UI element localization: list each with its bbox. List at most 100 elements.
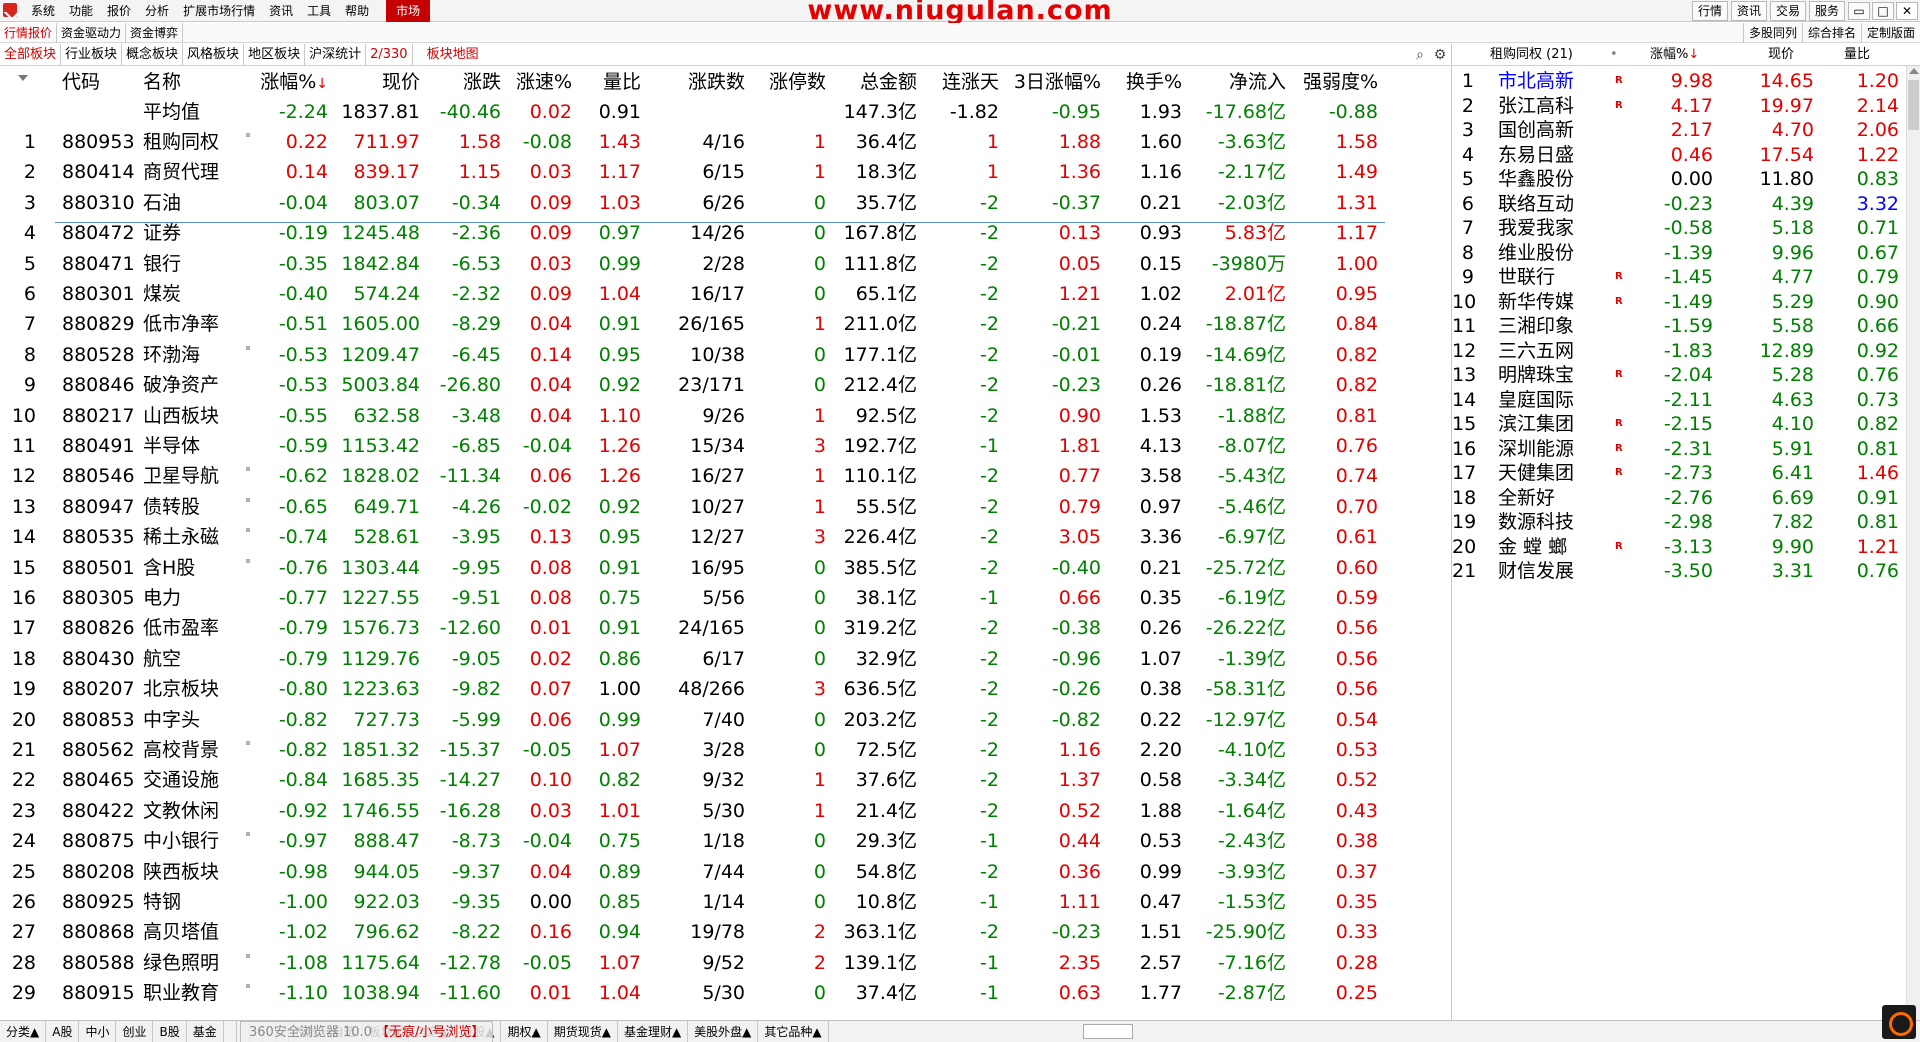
- table-row[interactable]: 15 880501 含H股 -0.76 1303.44 -9.95 0.08 0.91 16/9…: [0, 553, 1385, 583]
- header-3day-change[interactable]: 3日涨幅%: [999, 67, 1101, 97]
- header-change-pct[interactable]: 涨幅%↓: [258, 67, 328, 99]
- table-row[interactable]: 1 880953 租购同权 0.22 711.97 1.58 -0.08 1.43 4/16 1 3…: [0, 127, 1385, 157]
- menu-0[interactable]: 系统: [24, 0, 62, 22]
- 3day-change: -0.37: [1051, 191, 1101, 214]
- market-tab-1[interactable]: A股: [46, 1021, 80, 1042]
- side-header-price[interactable]: 现价: [1768, 44, 1794, 66]
- table-row[interactable]: 6 880301 煤炭 -0.40 574.24 -2.32 0.09 1.04 16/17 0 6…: [0, 279, 1385, 309]
- app-logo-icon[interactable]: [3, 3, 17, 17]
- maximize-icon[interactable]: □: [1872, 2, 1894, 20]
- header-code[interactable]: 代码: [62, 67, 100, 97]
- category-tab-5[interactable]: 沪深统计: [305, 44, 367, 66]
- category-tab-3[interactable]: 风格板块: [183, 44, 245, 66]
- top-button-3[interactable]: 服务: [1808, 1, 1845, 21]
- header-limit-up[interactable]: 涨停数: [745, 67, 826, 97]
- table-row[interactable]: 17 880826 低市盈率 -0.79 1576.73 -12.60 0.01 0.91 24…: [0, 613, 1385, 643]
- market-tab-3[interactable]: 创业: [116, 1021, 154, 1042]
- table-row[interactable]: 26 880925 特钢 -1.00 922.03 -9.35 0.00 0.85 1/14 0 1…: [0, 887, 1385, 917]
- layout-button-0[interactable]: 多股同列: [1742, 23, 1802, 43]
- table-row[interactable]: 13 880947 债转股 -0.65 649.71 -4.26 -0.02 0.92 10/2…: [0, 492, 1385, 522]
- top-button-0[interactable]: 行情: [1691, 1, 1728, 21]
- category-tab-0[interactable]: 全部板块: [0, 44, 62, 66]
- header-price[interactable]: 现价: [330, 67, 420, 97]
- constituent-row[interactable]: 21 财信发展 -3.50 3.31 0.76: [1452, 556, 1899, 586]
- layout-button-1[interactable]: 综合排名: [1801, 23, 1861, 43]
- menu-6[interactable]: 工具: [300, 0, 338, 22]
- top-button-2[interactable]: 交易: [1769, 1, 1806, 21]
- header-strength[interactable]: 强弱度%: [1286, 67, 1378, 97]
- header-name[interactable]: 名称: [143, 67, 181, 97]
- market-tab-18[interactable]: 基金理财▲: [618, 1021, 689, 1042]
- minimize-icon[interactable]: ▭: [1848, 2, 1870, 20]
- table-row[interactable]: 18 880430 航空 -0.79 1129.76 -9.05 0.02 0.86 6/17 0…: [0, 644, 1385, 674]
- market-tab-19[interactable]: 美股外盘▲: [688, 1021, 759, 1042]
- column-menu-icon[interactable]: [18, 75, 28, 81]
- app-status-icon[interactable]: [1882, 1005, 1916, 1039]
- top-button-1[interactable]: 资讯: [1730, 1, 1767, 21]
- side-header-volume-ratio[interactable]: 量比: [1844, 44, 1870, 66]
- view-tab-2[interactable]: 资金博弈: [126, 23, 184, 43]
- table-row[interactable]: 29 880915 职业教育 -1.10 1038.94 -11.60 0.01 1.04 5/…: [0, 978, 1385, 1008]
- table-row[interactable]: 14 880535 稀土永磁 -0.74 528.61 -3.95 0.13 0.95 12/2…: [0, 522, 1385, 552]
- menu-4[interactable]: 扩展市场行情: [176, 0, 262, 22]
- scroll-thumb[interactable]: [1908, 80, 1919, 130]
- table-row[interactable]: 16 880305 电力 -0.77 1227.55 -9.51 0.08 0.75 5/56 0…: [0, 583, 1385, 613]
- view-tab-0[interactable]: 行情报价: [0, 23, 58, 43]
- menu-5[interactable]: 资讯: [262, 0, 300, 22]
- market-tab-20[interactable]: 其它品种▲: [758, 1021, 829, 1042]
- market-tab-17[interactable]: 期货现货▲: [548, 1021, 618, 1042]
- table-row[interactable]: 7 880829 低市净率 -0.51 1605.00 -8.29 0.04 0.91 26/1…: [0, 309, 1385, 339]
- menu-7[interactable]: 帮助: [338, 0, 376, 22]
- side-header-change-pct[interactable]: 涨幅%↓: [1650, 44, 1699, 66]
- table-row[interactable]: 10 880217 山西板块 -0.55 632.58 -3.48 0.04 1.10 9/26…: [0, 401, 1385, 431]
- header-net-inflow[interactable]: 净流入: [1182, 67, 1286, 97]
- sector-map-link[interactable]: 板块地图: [413, 44, 483, 66]
- table-row[interactable]: 23 880422 文教休闲 -0.92 1746.55 -16.28 0.03 1.01 5/…: [0, 796, 1385, 826]
- tabs-scroll[interactable]: [1083, 1024, 1133, 1039]
- header-streak[interactable]: 连涨天: [917, 67, 999, 97]
- header-speed[interactable]: 涨速%: [502, 67, 572, 97]
- category-tab-1[interactable]: 行业板块: [61, 44, 123, 66]
- table-row[interactable]: 27 880868 高贝塔值 -1.02 796.62 -8.22 0.16 0.94 19/7…: [0, 917, 1385, 947]
- menu-3[interactable]: 分析: [138, 0, 176, 22]
- view-tab-1[interactable]: 资金驱动力: [57, 23, 127, 43]
- header-change[interactable]: 涨跌: [420, 67, 501, 97]
- table-row[interactable]: 5 880471 银行 -0.35 1842.84 -6.53 0.03 0.99 2/28 0 1…: [0, 249, 1385, 279]
- table-row[interactable]: 19 880207 北京板块 -0.80 1223.63 -9.82 0.07 1.00 48/…: [0, 674, 1385, 704]
- table-row[interactable]: 25 880208 陕西板块 -0.98 944.05 -9.37 0.04 0.89 7/44…: [0, 857, 1385, 887]
- category-tab-4[interactable]: 地区板块: [244, 44, 306, 66]
- market-tab-0[interactable]: 分类▲: [0, 1021, 47, 1042]
- table-row[interactable]: 22 880465 交通设施 -0.84 1685.35 -14.27 0.10 0.82 9/…: [0, 765, 1385, 795]
- category-tab-2[interactable]: 概念板块: [122, 44, 184, 66]
- market-tab-5[interactable]: 基金: [187, 1021, 224, 1042]
- search-icon[interactable]: ⌕: [1412, 47, 1428, 63]
- table-row[interactable]: 12 880546 卫星导航 -0.62 1828.02 -11.34 0.06 1.26 16…: [0, 461, 1385, 491]
- table-row[interactable]: 3 880310 石油 -0.04 803.07 -0.34 0.09 1.03 6/26 0 35…: [0, 188, 1385, 218]
- gear-icon[interactable]: ⚙: [1432, 47, 1448, 63]
- header-turnover[interactable]: 换手%: [1101, 67, 1182, 97]
- market-tab-6[interactable]: [224, 1021, 237, 1042]
- market-tab-4[interactable]: B股: [153, 1021, 187, 1042]
- layout-button-2[interactable]: 定制版面: [1860, 23, 1920, 43]
- table-row[interactable]: 9 880846 破净资产 -0.53 5003.84 -26.80 0.04 0.92 23/…: [0, 370, 1385, 400]
- sector-code: 880528: [62, 343, 135, 366]
- market-tab-16[interactable]: 期权▲: [501, 1021, 548, 1042]
- menu-1[interactable]: 功能: [62, 0, 100, 22]
- header-up-down[interactable]: 涨跌数: [641, 67, 745, 97]
- table-row[interactable]: 20 880853 中字头 -0.82 727.73 -5.99 0.06 0.99 7/40 0…: [0, 705, 1385, 735]
- table-row[interactable]: 2 880414 商贸代理 0.14 839.17 1.15 0.03 1.17 6/15 1 18…: [0, 157, 1385, 187]
- side-scrollbar[interactable]: [1906, 66, 1920, 1021]
- market-tab-2[interactable]: 中小: [79, 1021, 117, 1042]
- header-volume-ratio[interactable]: 量比: [572, 67, 641, 97]
- table-row[interactable]: 28 880588 绿色照明 -1.08 1175.64 -12.78 -0.05 1.07 9…: [0, 948, 1385, 978]
- menu-2[interactable]: 报价: [100, 0, 138, 22]
- side-header-change-pct-label: 涨幅%: [1650, 47, 1689, 62]
- table-row[interactable]: 11 880491 半导体 -0.59 1153.42 -6.85 -0.04 1.26 15/…: [0, 431, 1385, 461]
- header-amount[interactable]: 总金额: [826, 67, 917, 97]
- table-row[interactable]: 8 880528 环渤海 -0.53 1209.47 -6.45 0.14 0.95 10/38…: [0, 340, 1385, 370]
- menu-market[interactable]: 市场: [386, 0, 431, 22]
- table-row[interactable]: 21 880562 高校背景 -0.82 1851.32 -15.37 -0.05 1.07 3…: [0, 735, 1385, 765]
- table-row[interactable]: 24 880875 中小银行 -0.97 888.47 -8.73 -0.04 0.75 1/1…: [0, 826, 1385, 856]
- close-icon[interactable]: ✕: [1896, 2, 1918, 20]
- scroll-up-icon[interactable]: [1909, 68, 1919, 74]
